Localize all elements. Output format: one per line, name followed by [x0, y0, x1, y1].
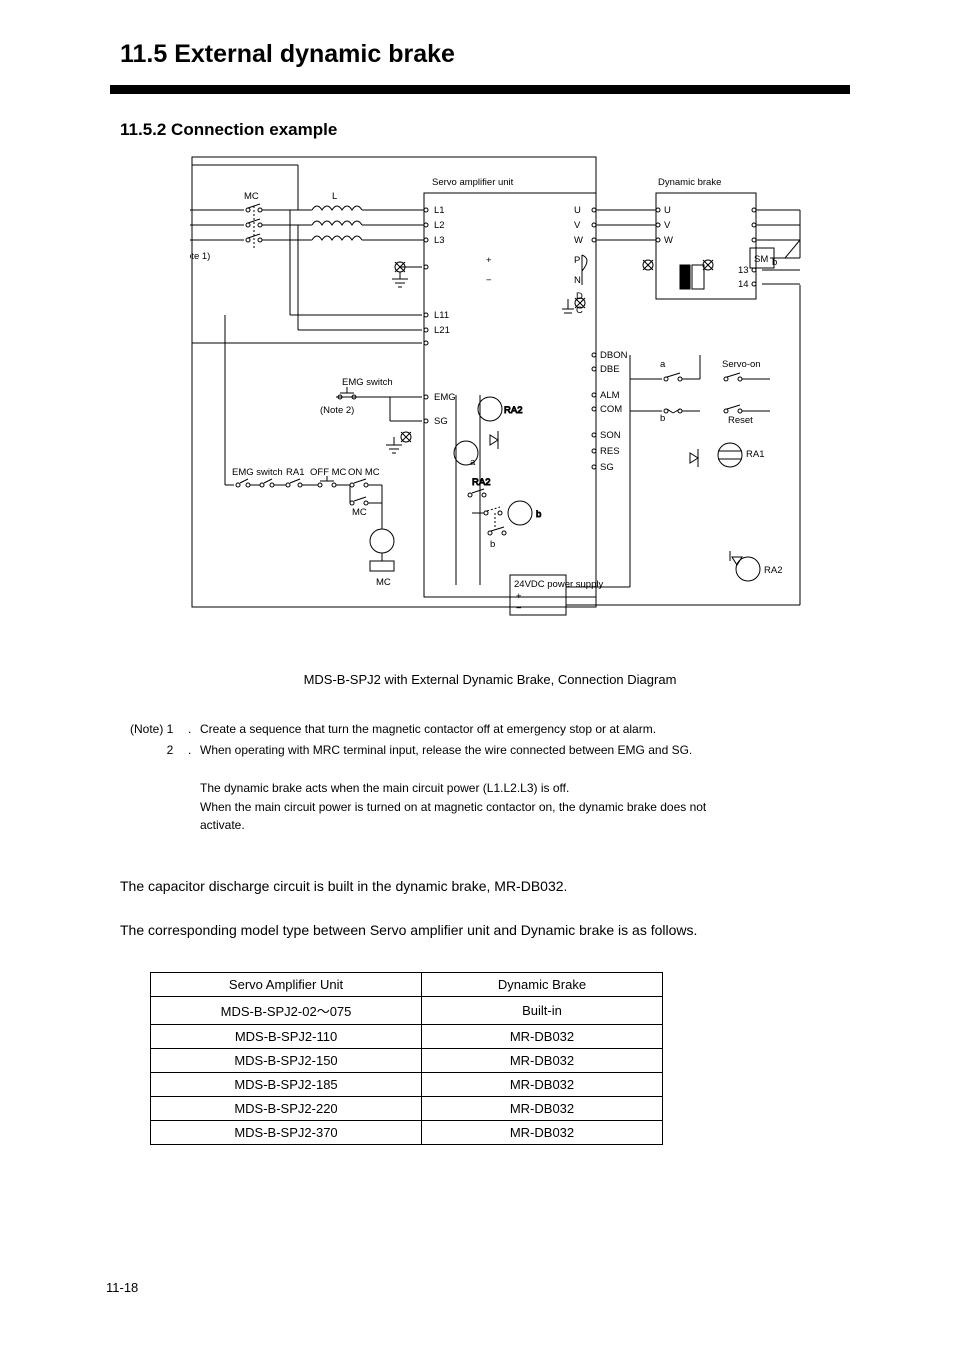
onmc-label: ON MC [348, 467, 380, 478]
b-label: b [660, 413, 665, 424]
amp-n: N [574, 275, 581, 286]
svg-text:−: − [516, 603, 522, 614]
ra2-a: RA2 [472, 477, 490, 488]
ra1-contact-label: RA1 [286, 467, 304, 478]
reactor-label: L [332, 191, 337, 202]
figure-caption: MDS-B-SPJ2 with External Dynamic Brake, … [120, 670, 860, 690]
b-coil-label: b [536, 509, 541, 520]
page-number: 11-18 [106, 1280, 138, 1295]
diagram-notes: (Note) 1. Create a sequence that turn th… [130, 720, 850, 835]
term-l1: L1 [434, 205, 445, 216]
db-v: V [664, 220, 671, 231]
emg-pb-label: EMG switch [342, 377, 393, 388]
table-header-brake: Dynamic Brake [422, 973, 663, 997]
b-db-label: b [772, 257, 777, 268]
table-row: MDS-B-SPJ2-02～075Built-in [151, 997, 663, 1025]
term-sg: SG [434, 416, 448, 427]
note2-label: (Note 2) [320, 405, 354, 416]
table-row: MDS-B-SPJ2-110MR-DB032 [151, 1025, 663, 1049]
amp-dbon: DBON [600, 350, 628, 361]
wiring-diagram: NFB MC L Servo amplifier unit [190, 155, 830, 655]
compatibility-table: Servo Amplifier Unit Dynamic Brake MDS-B… [150, 972, 663, 1145]
ra1-coil-label: RA1 [746, 449, 764, 460]
paragraph-2: The corresponding model type between Ser… [120, 920, 860, 942]
24v-label: 24VDC power supply [514, 579, 603, 590]
table-header-amp: Servo Amplifier Unit [151, 973, 422, 997]
reset-label: Reset [728, 415, 753, 426]
amp-p: P [574, 255, 580, 266]
amp-v: V [574, 220, 581, 231]
ra2-coil-label: RA2 [504, 405, 522, 416]
amp-w: W [574, 235, 583, 246]
a-label: a [660, 359, 666, 370]
amp-alm: ALM [600, 390, 620, 401]
table-row: MDS-B-SPJ2-220MR-DB032 [151, 1097, 663, 1121]
servo-on-label: Servo-on [722, 359, 761, 370]
sm-label: SM [754, 254, 768, 265]
offmc-label: OFF MC [310, 467, 347, 478]
svg-text:+: + [516, 591, 522, 602]
term-l2: L2 [434, 220, 445, 231]
amp-com: COM [600, 404, 622, 415]
mc-coil-label: MC [376, 577, 391, 588]
term-emg: EMG [434, 392, 456, 403]
svg-text:−: − [486, 275, 492, 286]
amp-sg2: SG [600, 462, 614, 473]
db-13: 13 [738, 265, 749, 276]
ra2-b-label: RA2 [764, 565, 782, 576]
db-u: U [664, 205, 671, 216]
servo-amp-label: Servo amplifier unit [432, 177, 514, 188]
amp-u: U [574, 205, 581, 216]
mc-aux-label: MC [352, 507, 367, 518]
emg-switch-label: EMG switch [232, 467, 283, 478]
table-row: MDS-B-SPJ2-185MR-DB032 [151, 1073, 663, 1097]
amp-res: RES [600, 446, 620, 457]
dynamic-brake-label: Dynamic brake [658, 177, 721, 188]
mc-label: MC [244, 191, 259, 202]
amp-son: SON [600, 430, 621, 441]
section-heading: 11.5.2 Connection example [120, 120, 337, 140]
paragraph-1: The capacitor discharge circuit is built… [120, 876, 860, 898]
table-row: MDS-B-SPJ2-150MR-DB032 [151, 1049, 663, 1073]
page-title: 11.5 External dynamic brake [120, 40, 455, 69]
term-l21: L21 [434, 325, 450, 336]
table-row: MDS-B-SPJ2-370MR-DB032 [151, 1121, 663, 1145]
note1-ref: (Note 1) [190, 251, 210, 262]
term-l11: L11 [434, 310, 449, 321]
b-aux-label: b [490, 539, 495, 550]
db-w: W [664, 235, 673, 246]
db-14: 14 [738, 279, 749, 290]
title-rule [110, 85, 850, 94]
term-l3: L3 [434, 235, 445, 246]
amp-dbe: DBE [600, 364, 620, 375]
svg-text:+: + [486, 255, 492, 266]
